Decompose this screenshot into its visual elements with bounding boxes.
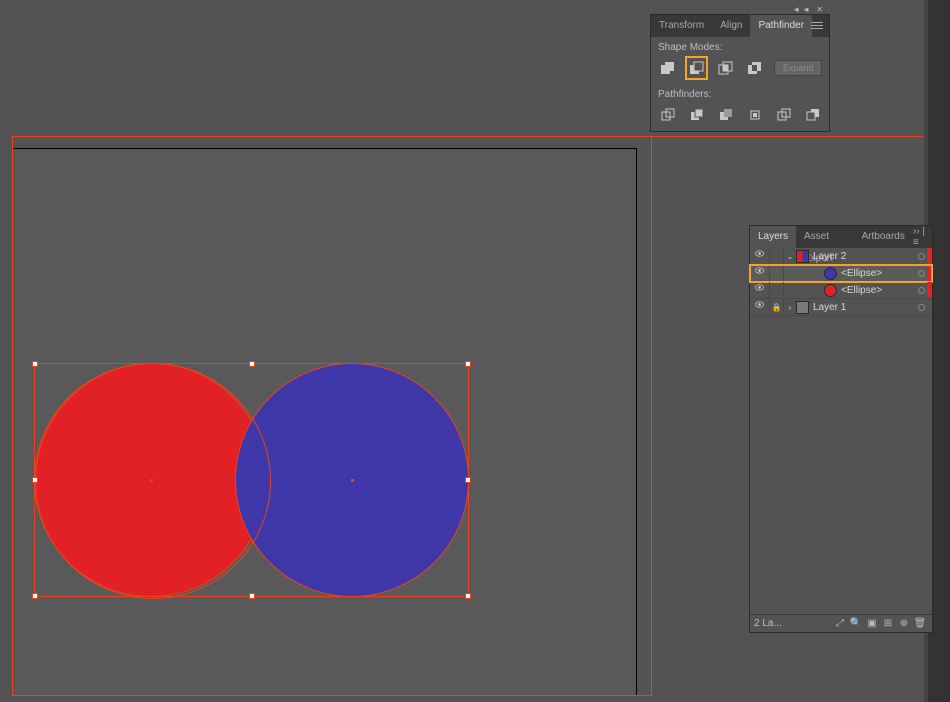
target-icon[interactable] <box>918 304 925 311</box>
visibility-toggle-icon[interactable] <box>750 299 770 315</box>
lock-toggle[interactable] <box>770 265 784 281</box>
pathfinder-divide-icon[interactable] <box>658 105 677 125</box>
make-clipping-mask-icon[interactable]: ▣ <box>864 618 880 629</box>
search-icon[interactable]: 🔍 <box>848 618 864 629</box>
visibility-toggle-icon[interactable] <box>750 282 770 298</box>
pathfinder-trim-icon[interactable] <box>687 105 706 125</box>
layer-thumbnail <box>824 284 837 297</box>
handle-bottom-right[interactable] <box>465 593 471 599</box>
layer-row-layer2[interactable]: ⌄ Layer 2 <box>750 248 932 265</box>
target-icon[interactable] <box>918 253 925 260</box>
new-sublayer-icon[interactable]: ⊞ <box>880 618 896 629</box>
tab-asset-export[interactable]: Asset Export <box>796 226 854 248</box>
layers-panel: Layers Asset Export Artboards ›› | ≡ ⌄ L… <box>749 225 933 633</box>
layer-thumbnail <box>796 301 809 314</box>
delete-layer-icon[interactable]: 🗑 <box>912 618 928 629</box>
new-layer-icon[interactable]: ⊕ <box>896 618 912 629</box>
pathfinder-outline-icon[interactable] <box>774 105 793 125</box>
pathfinder-minus-back-icon[interactable] <box>803 105 822 125</box>
pathfinder-merge-icon[interactable] <box>716 105 735 125</box>
layer-name[interactable]: <Ellipse> <box>841 268 918 279</box>
expand-button: Expand <box>774 60 822 76</box>
center-point-red <box>150 479 153 482</box>
layer-list: ⌄ Layer 2 <Ellipse> <Ellipse> � <box>750 248 932 614</box>
tab-artboards[interactable]: Artboards <box>854 226 913 248</box>
layer-count-label: 2 La... <box>754 618 782 629</box>
handle-top-right[interactable] <box>465 361 471 367</box>
pathfinder-crop-icon[interactable] <box>745 105 764 125</box>
lock-toggle[interactable] <box>770 282 784 298</box>
shape-modes-row: Expand <box>651 55 829 84</box>
pathfinder-panel: ◄◄ ✕ Transform Align Pathfinder Shape Mo… <box>650 14 830 132</box>
visibility-toggle-icon[interactable] <box>750 248 770 264</box>
selection-color-indicator <box>927 299 932 315</box>
layer-thumbnail <box>796 250 809 263</box>
handle-bottom-mid[interactable] <box>249 593 255 599</box>
handle-top-left[interactable] <box>32 361 38 367</box>
pathfinders-row <box>651 102 829 131</box>
layer-row-ellipse-red[interactable]: <Ellipse> <box>750 282 932 299</box>
target-icon[interactable] <box>918 270 925 277</box>
disclosure-toggle-icon[interactable]: ⌄ <box>784 252 796 261</box>
pathfinder-panel-tabs: Transform Align Pathfinder <box>651 15 829 37</box>
layer-row-layer1[interactable]: 🔒 › Layer 1 <box>750 299 932 316</box>
handle-top-mid[interactable] <box>249 361 255 367</box>
tab-align[interactable]: Align <box>712 15 750 37</box>
target-icon[interactable] <box>918 287 925 294</box>
selection-color-indicator <box>927 265 932 281</box>
layers-panel-tabs: Layers Asset Export Artboards ›› | ≡ <box>750 226 932 248</box>
pathfinders-label: Pathfinders: <box>651 84 829 102</box>
tab-transform[interactable]: Transform <box>651 15 712 37</box>
panel-dock-icons[interactable]: ◄◄ ✕ <box>792 5 825 14</box>
panel-menu-icon[interactable] <box>809 18 825 32</box>
visibility-toggle-icon[interactable] <box>750 265 770 281</box>
handle-bottom-left[interactable] <box>32 593 38 599</box>
tab-pathfinder[interactable]: Pathfinder <box>750 15 812 37</box>
guide-horizontal <box>12 136 923 137</box>
shape-modes-label: Shape Modes: <box>651 37 829 55</box>
disclosure-toggle-icon[interactable]: › <box>784 303 796 312</box>
shape-mode-exclude-icon[interactable] <box>745 58 764 78</box>
layer-name[interactable]: Layer 1 <box>813 302 918 313</box>
shape-mode-intersect-icon[interactable] <box>716 58 735 78</box>
layer-row-ellipse-blue[interactable]: <Ellipse> <box>750 265 932 282</box>
tab-layers[interactable]: Layers <box>750 226 796 248</box>
layers-panel-footer: 2 La... ⤢ 🔍 ▣ ⊞ ⊕ 🗑 <box>750 614 932 632</box>
layer-thumbnail <box>824 267 837 280</box>
layer-name[interactable]: <Ellipse> <box>841 285 918 296</box>
shape-mode-minus-front-icon[interactable] <box>687 58 706 78</box>
shape-mode-unite-icon[interactable] <box>658 58 677 78</box>
lock-toggle[interactable] <box>770 248 784 264</box>
selection-color-indicator <box>927 282 932 298</box>
selection-color-indicator <box>927 248 932 264</box>
artboard[interactable] <box>12 148 637 696</box>
locate-object-icon[interactable]: ⤢ <box>832 618 848 629</box>
layer-name[interactable]: Layer 2 <box>813 251 918 262</box>
lock-toggle-icon[interactable]: 🔒 <box>770 299 784 315</box>
panel-collapse-icon[interactable]: ›› | ≡ <box>913 226 932 248</box>
center-point-blue <box>351 479 354 482</box>
